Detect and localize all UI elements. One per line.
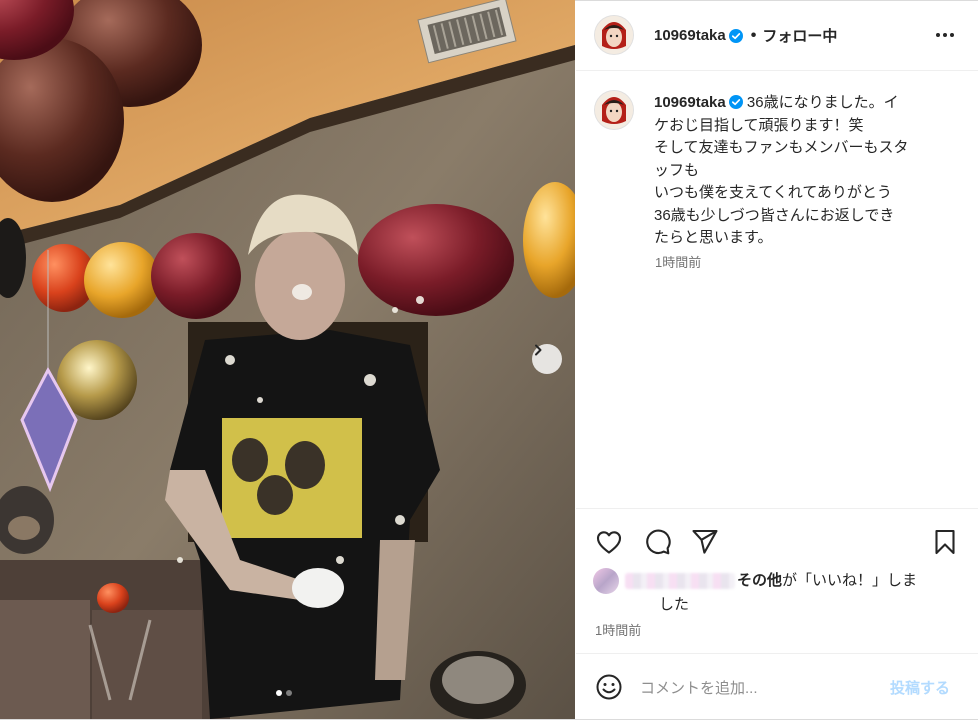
caption-text: いつも僕を支えてくれてありがとう [654,184,892,201]
share-paper-plane-icon[interactable] [690,527,720,557]
post-caption: 10969taka 36歳になりました。イ ケおじ目指して頑張ります！笑 そして… [654,92,954,250]
profile-picture [595,16,633,54]
avatar[interactable] [595,16,633,54]
likes-text-continued: した [659,596,690,613]
comment-bubble-icon[interactable] [642,527,672,557]
post-photo[interactable] [0,0,575,719]
post-side-panel: 10969taka • フォロー中 10969taka 36歳になりました。イ … [576,0,978,719]
comment-input[interactable] [638,674,882,702]
caption-line-1: 10969taka 36歳になりました。イ [654,92,954,115]
comment-composer: 投稿する [576,653,978,720]
following-button[interactable]: フォロー中 [762,25,837,46]
others-link[interactable]: その他 [737,572,782,589]
likes-summary: その他が「いいね！」しま した [593,568,963,616]
emoji-smiley-icon[interactable] [595,673,623,701]
verified-badge-icon [728,95,743,109]
caption-text: たらと思います。 [654,229,773,246]
caption-text: ケおじ目指して頑張ります！笑 [654,116,864,134]
caption-text: 36歳も少しづつ皆さんにお返しでき [654,206,895,224]
header-separator: • [750,26,757,44]
caption-avatar[interactable] [595,91,633,129]
carousel-dot [286,690,292,696]
like-heart-icon[interactable] [594,527,624,557]
liker-name-blurred [625,573,735,589]
post-comment-button[interactable]: 投稿する [890,677,950,698]
caption-text: 36歳になりました。イ [746,94,899,111]
profile-picture [595,91,633,129]
caption-timestamp: 1時間前 [655,255,702,270]
caption-text: そして友達もファンもメンバーもスタ [654,139,909,156]
save-bookmark-icon[interactable] [930,527,960,557]
photo-illustration [0,0,575,719]
carousel-indicator [276,690,292,696]
action-bar [576,508,978,569]
caption-username-link[interactable]: 10969taka [654,94,726,111]
more-options-button[interactable] [932,25,958,45]
likes-text: が「いいね！」しま [782,571,918,589]
header-user-line: 10969taka • フォロー中 [654,25,837,46]
liker-avatar-blurred [593,568,619,594]
username-link[interactable]: 10969taka [654,27,726,44]
more-horizontal-icon [936,33,954,37]
verified-badge-icon [728,28,743,43]
caption-text: ッフも [654,161,700,179]
next-photo-button[interactable] [532,344,562,374]
chevron-right-icon [535,344,542,356]
post-header: 10969taka • フォロー中 [576,0,978,71]
post-timestamp[interactable]: 1時間前 [595,620,641,639]
carousel-dot-active [276,690,282,696]
